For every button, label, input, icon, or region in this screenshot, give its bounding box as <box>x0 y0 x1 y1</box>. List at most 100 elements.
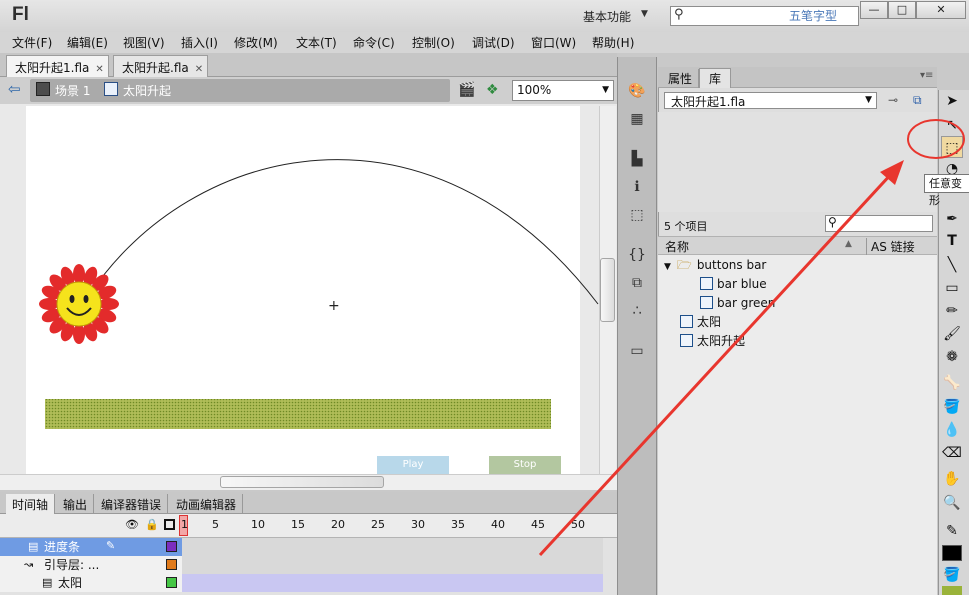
free-transform-tool-icon[interactable]: ⬚ <box>941 136 963 158</box>
menu-debug[interactable]: 调试(D) <box>472 34 515 51</box>
library-item[interactable]: 太阳升起 <box>658 332 937 351</box>
scene-panel-icon[interactable]: ▭ <box>627 341 647 361</box>
new-library-icon[interactable]: ⧉ <box>913 93 922 108</box>
frame-number: 30 <box>411 518 425 531</box>
library-item-label: bar green <box>717 296 776 310</box>
stroke-color-icon[interactable]: ✎ <box>941 520 963 542</box>
back-arrow-icon[interactable]: ⇦ <box>8 80 21 98</box>
menu-commands[interactable]: 命令(C) <box>353 34 395 51</box>
swatches-icon[interactable]: ▦ <box>627 109 647 129</box>
text-tool-icon[interactable]: T <box>941 230 963 252</box>
doc-tab-1[interactable]: 太阳升起1.fla ✕ <box>6 55 109 77</box>
layer-row-sun[interactable]: 太阳 <box>0 574 182 592</box>
breadcrumb-scene[interactable]: 场景 1 <box>55 82 90 99</box>
layer-frames[interactable] <box>182 556 603 574</box>
column-name[interactable]: 名称 <box>665 238 689 255</box>
sort-icon[interactable]: ▲ <box>845 239 852 249</box>
library-item-folder[interactable]: ▼ 🗁 buttons bar <box>658 256 937 275</box>
menu-help[interactable]: 帮助(H) <box>592 34 634 51</box>
edit-scene-icon[interactable]: 🎬 <box>458 82 475 98</box>
pencil-tool-icon[interactable]: ✏ <box>941 300 963 322</box>
fill-color-icon[interactable]: 🪣 <box>941 564 963 586</box>
tool-tooltip: 任意变形 <box>924 174 969 207</box>
menu-text[interactable]: 文本(T) <box>296 34 337 51</box>
tab-compiler-errors[interactable]: 编译器错误 <box>95 494 169 514</box>
menu-insert[interactable]: 插入(I) <box>181 34 218 51</box>
tab-properties[interactable]: 属性 <box>662 69 700 88</box>
close-button[interactable]: ✕ <box>916 1 966 19</box>
library-search-input[interactable] <box>825 215 933 232</box>
pen-tool-icon[interactable]: ✒ <box>941 208 963 230</box>
pencil-icon: ✎ <box>106 539 116 552</box>
paint-bucket-tool-icon[interactable]: 🪣 <box>941 396 963 418</box>
info-icon[interactable]: ℹ <box>627 177 647 197</box>
menu-edit[interactable]: 编辑(E) <box>67 34 108 51</box>
pin-icon[interactable]: ⊸ <box>888 93 898 107</box>
chevron-down-icon[interactable]: ▼ <box>641 9 648 19</box>
hand-tool-icon[interactable]: ✋ <box>941 468 963 490</box>
zoom-select[interactable]: 100% ▼ <box>512 80 614 101</box>
zoom-tool-icon[interactable]: 🔍 <box>941 492 963 514</box>
lock-icon[interactable]: 🔒 <box>145 518 159 531</box>
stop-button[interactable]: Stop <box>489 456 561 474</box>
layer-color-swatch[interactable] <box>166 541 177 552</box>
bone-tool-icon[interactable]: 🦴 <box>941 372 963 394</box>
motion-presets-icon[interactable]: ∴ <box>627 301 647 321</box>
menu-modify[interactable]: 修改(M) <box>234 34 278 51</box>
close-icon[interactable]: ✕ <box>95 64 103 75</box>
outline-icon[interactable] <box>164 519 175 530</box>
graphic-symbol-icon <box>680 315 693 328</box>
maximize-button[interactable]: □ <box>888 1 916 19</box>
tab-output[interactable]: 输出 <box>57 494 95 514</box>
horizontal-scroll-thumb[interactable] <box>220 476 384 488</box>
frame-ruler[interactable] <box>0 514 617 538</box>
play-button[interactable]: Play <box>377 456 449 474</box>
eraser-tool-icon[interactable]: ⌫ <box>941 442 963 464</box>
library-item[interactable]: 太阳 <box>658 313 937 332</box>
stroke-color-swatch[interactable] <box>942 545 962 561</box>
align-icon[interactable]: ▙ <box>627 149 647 169</box>
library-document-name: 太阳升起1.fla <box>671 95 746 109</box>
edit-symbol-icon[interactable]: ❖ <box>486 82 499 98</box>
vertical-scroll-thumb[interactable] <box>600 258 615 322</box>
column-as-linkage[interactable]: AS 链接 <box>866 238 915 255</box>
library-item[interactable]: bar blue <box>658 275 937 294</box>
breadcrumb-symbol[interactable]: 太阳升起 <box>123 82 171 99</box>
components-icon[interactable]: ⧉ <box>627 273 647 293</box>
tab-motion-editor[interactable]: 动画编辑器 <box>170 494 244 514</box>
transform-icon[interactable]: ⬚ <box>627 205 647 225</box>
selection-tool-icon[interactable]: ➤ <box>941 90 963 112</box>
layer-color-swatch[interactable] <box>166 559 177 570</box>
menu-control[interactable]: 控制(O) <box>412 34 455 51</box>
workspace-switcher[interactable]: 基本功能 <box>583 8 631 25</box>
close-icon[interactable]: ✕ <box>195 64 203 75</box>
menu-view[interactable]: 视图(V) <box>123 34 165 51</box>
frame-number: 5 <box>212 518 219 531</box>
minimize-button[interactable]: — <box>860 1 888 19</box>
layer-frames[interactable] <box>182 538 603 556</box>
doc-tab-2[interactable]: 太阳升起.fla ✕ <box>113 55 209 77</box>
chevron-down-icon: ▼ <box>865 95 872 105</box>
movieclip-icon <box>104 82 118 96</box>
subselection-tool-icon[interactable]: ↖ <box>941 114 963 136</box>
color-palette-icon[interactable]: 🎨 <box>627 81 647 101</box>
expand-icon[interactable]: ▼ <box>664 262 671 272</box>
rectangle-tool-icon[interactable]: ▭ <box>941 277 963 299</box>
tween-frames[interactable] <box>182 574 603 592</box>
line-tool-icon[interactable]: ╲ <box>941 254 963 276</box>
library-item[interactable]: bar green <box>658 294 937 313</box>
menu-window[interactable]: 窗口(W) <box>531 34 576 51</box>
panel-menu-icon[interactable]: ▾≡ <box>920 70 933 81</box>
deco-tool-icon[interactable]: ❁ <box>941 346 963 368</box>
eye-icon[interactable]: 👁 <box>125 518 139 531</box>
code-snippets-icon[interactable]: {} <box>627 245 647 265</box>
eyedropper-tool-icon[interactable]: 💧 <box>941 419 963 441</box>
tab-timeline[interactable]: 时间轴 <box>6 494 56 514</box>
fill-color-swatch[interactable] <box>942 586 962 595</box>
menu-file[interactable]: 文件(F) <box>12 34 52 51</box>
movieclip-symbol-icon <box>680 334 693 347</box>
tab-library[interactable]: 库 <box>699 68 732 88</box>
library-document-select[interactable]: 太阳升起1.fla ▼ <box>664 92 877 109</box>
layer-color-swatch[interactable] <box>166 577 177 588</box>
brush-tool-icon[interactable]: 🖌 <box>941 323 963 345</box>
